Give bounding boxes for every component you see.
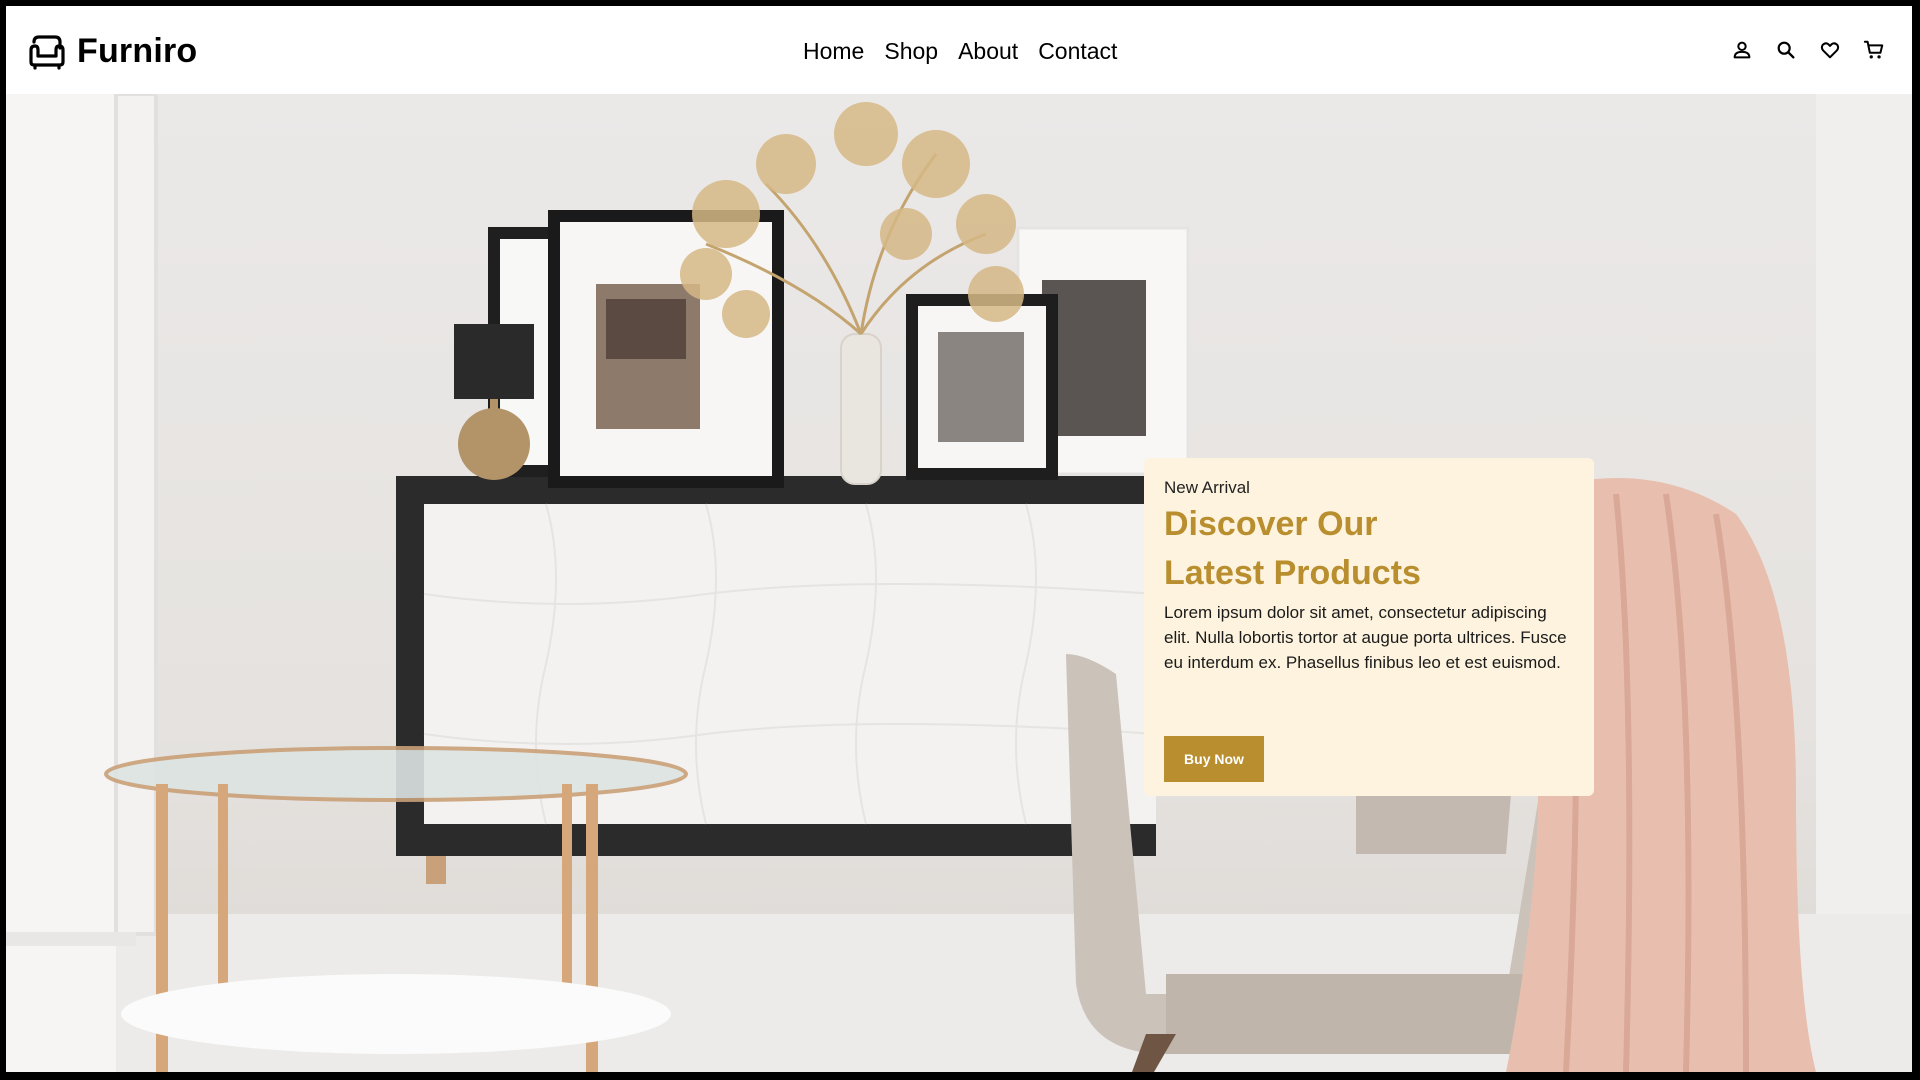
user-icon bbox=[1733, 41, 1751, 59]
buy-now-button[interactable]: Buy Now bbox=[1164, 736, 1264, 782]
header-actions bbox=[1730, 38, 1886, 62]
cart-icon bbox=[1863, 40, 1884, 59]
promo-card: New Arrival Discover Our Latest Products… bbox=[1144, 458, 1594, 796]
promo-description: Lorem ipsum dolor sit amet, consectetur … bbox=[1164, 603, 1567, 672]
promo-title: Discover Our Latest Products bbox=[1164, 500, 1574, 598]
nav-about[interactable]: About bbox=[958, 38, 1018, 65]
promo-title-line-1: Discover Our bbox=[1164, 505, 1378, 543]
wishlist-button[interactable] bbox=[1818, 38, 1842, 62]
promo-eyebrow: New Arrival bbox=[1164, 478, 1250, 497]
main-nav: Home Shop About Contact bbox=[803, 38, 1117, 65]
browser-viewport: Furniro Home Shop About Contact New Arri… bbox=[6, 6, 1912, 1072]
cart-button[interactable] bbox=[1862, 38, 1886, 62]
brand-name: Furniro bbox=[77, 32, 198, 70]
brand-logo[interactable]: Furniro bbox=[27, 32, 197, 71]
promo-title-line-2: Latest Products bbox=[1164, 554, 1421, 592]
sofa-icon bbox=[29, 34, 65, 70]
hero-background-image bbox=[6, 94, 1912, 1072]
hero-section: New Arrival Discover Our Latest Products… bbox=[6, 94, 1912, 1072]
heart-icon bbox=[1820, 42, 1840, 59]
nav-home[interactable]: Home bbox=[803, 38, 864, 65]
nav-contact[interactable]: Contact bbox=[1038, 38, 1117, 65]
account-button[interactable] bbox=[1730, 38, 1754, 62]
search-button[interactable] bbox=[1774, 38, 1798, 62]
site-header: Furniro Home Shop About Contact bbox=[6, 6, 1912, 94]
search-icon bbox=[1777, 41, 1795, 59]
nav-shop[interactable]: Shop bbox=[884, 38, 938, 65]
